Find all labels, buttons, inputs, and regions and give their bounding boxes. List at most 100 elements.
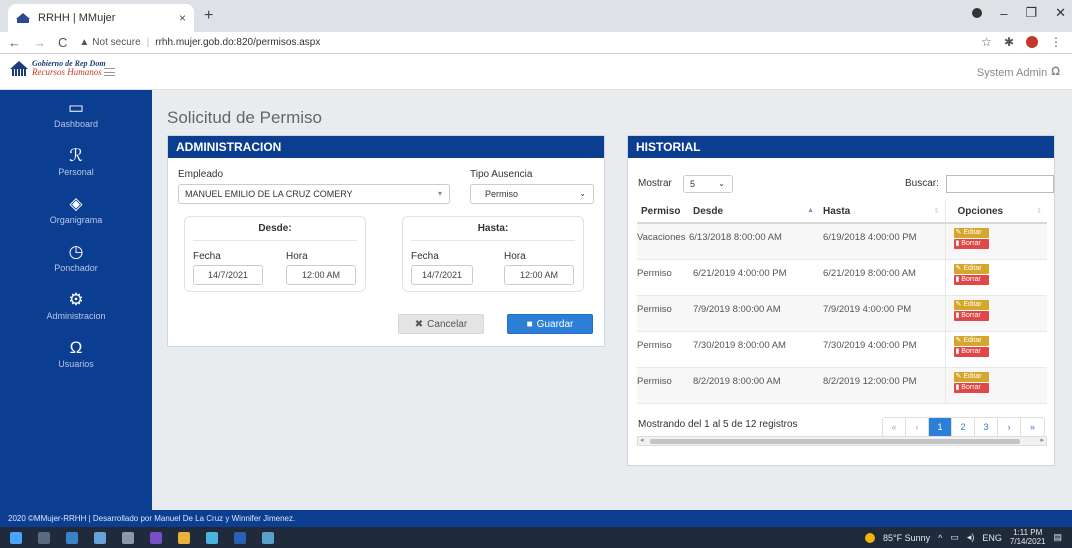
sidebar-item-administracion[interactable]: ⚙ Administracion	[0, 282, 152, 330]
next-page-button[interactable]: ›	[998, 418, 1021, 436]
column-header-desde[interactable]: Desde ▲	[689, 200, 819, 224]
profile-dot-icon[interactable]	[972, 8, 983, 18]
minimize-button[interactable]: –	[1000, 6, 1007, 21]
page-button-3[interactable]: 3	[975, 418, 998, 436]
scrollbar-thumb[interactable]	[650, 439, 1020, 444]
word-icon[interactable]	[234, 531, 246, 544]
sidebar-item-personal[interactable]: ℛ Personal	[0, 138, 152, 186]
divider	[411, 240, 575, 241]
cancel-button[interactable]: ✖ Cancelar	[398, 314, 484, 334]
new-tab-button[interactable]: +	[204, 7, 213, 25]
gear-icon: ⚙	[68, 290, 84, 309]
volume-icon[interactable]: ◂)	[967, 532, 975, 543]
edit-button[interactable]: ✎ Editar	[953, 335, 989, 346]
cell-permiso: Permiso	[637, 295, 689, 332]
app-icon[interactable]	[122, 531, 134, 544]
reload-icon[interactable]: C	[58, 35, 67, 50]
task-view-icon[interactable]	[38, 531, 50, 544]
tray-chevron-icon[interactable]: ^	[938, 533, 942, 543]
column-header-hasta[interactable]: Hasta ⇕	[819, 200, 945, 224]
delete-button[interactable]: ▮ Borrar	[953, 274, 989, 285]
scroll-right-icon[interactable]: ▸	[1040, 436, 1044, 444]
hasta-hora-input[interactable]: 12:00 AM	[504, 265, 574, 285]
desde-hora-input[interactable]: 12:00 AM	[286, 265, 356, 285]
buscar-label: Buscar:	[905, 178, 939, 189]
sidebar-item-dashboard[interactable]: ▭ Dashboard	[0, 90, 152, 138]
hasta-group: Hasta: Fecha Hora 14/7/2021 12:00 AM	[402, 216, 584, 292]
tipo-ausencia-select[interactable]: Permiso ⌄	[470, 184, 594, 204]
column-header-opciones[interactable]: Opciones ⇕	[944, 200, 1047, 224]
visual-studio-icon[interactable]	[150, 531, 162, 544]
prev-page-button[interactable]: ‹	[906, 418, 929, 436]
chevron-down-icon: ⌄	[718, 179, 725, 188]
language-indicator[interactable]: ENG	[982, 533, 1002, 543]
sidebar-item-organigrama[interactable]: ◈ Organigrama	[0, 186, 152, 234]
user-icon: Ω	[69, 338, 83, 357]
cell-hasta: 7/30/2019 4:00:00 PM	[819, 331, 945, 368]
desde-fecha-input[interactable]: 14/7/2021	[193, 265, 263, 285]
delete-button[interactable]: ▮ Borrar	[953, 239, 989, 249]
notifications-icon[interactable]: ▤	[1053, 532, 1062, 543]
cell-desde: 8/2/2019 8:00:00 AM	[689, 367, 819, 404]
sidebar-item-ponchador[interactable]: ◷ Ponchador	[0, 234, 152, 282]
browser-tab[interactable]: RRHH | MMujer ×	[8, 4, 194, 32]
menu-toggle-icon[interactable]	[104, 68, 115, 76]
divider	[193, 240, 357, 241]
horizontal-scrollbar[interactable]: ◂ ▸	[637, 436, 1047, 446]
first-page-button[interactable]: «	[883, 418, 906, 436]
cell-permiso: Permiso	[637, 259, 689, 296]
sidebar-item-label: Personal	[58, 167, 94, 177]
chrome-icon[interactable]	[178, 531, 190, 544]
delete-button[interactable]: ▮ Borrar	[953, 310, 989, 321]
app-logo[interactable]: Gobierno de Rep Dom Recursos Humanos	[10, 59, 106, 78]
page-size-select[interactable]: 5 ⌄	[683, 175, 733, 193]
edit-button[interactable]: ✎ Editar	[953, 299, 989, 310]
forward-arrow-icon[interactable]: →	[33, 35, 46, 50]
weather-text[interactable]: 85°F Sunny	[883, 533, 930, 543]
scroll-left-icon[interactable]: ◂	[640, 436, 644, 444]
delete-button[interactable]: ▮ Borrar	[953, 346, 989, 357]
cancel-button-label: Cancelar	[427, 318, 468, 330]
user-icon: 𝛀	[1051, 66, 1060, 78]
restore-button[interactable]: ❐	[1025, 5, 1037, 21]
page-button-1[interactable]: 1	[929, 418, 952, 436]
column-header-permiso[interactable]: Permiso	[637, 200, 689, 224]
hasta-title: Hasta:	[477, 223, 509, 234]
search-input[interactable]	[946, 175, 1054, 193]
edit-button[interactable]: ✎ Editar	[953, 228, 989, 238]
sidebar-item-label: Administracion	[46, 311, 106, 321]
logo-text: Gobierno de Rep Dom Recursos Humanos	[32, 59, 106, 78]
page-button-2[interactable]: 2	[952, 418, 975, 436]
file-explorer-icon[interactable]	[66, 531, 78, 544]
security-label: Not secure	[92, 37, 141, 48]
profile-avatar-icon[interactable]	[1026, 36, 1038, 48]
user-menu[interactable]: System Admin 𝛀	[977, 66, 1060, 79]
browser-menu-icon[interactable]: ⋮	[1050, 35, 1062, 49]
sort-asc-icon: ▲	[807, 207, 814, 214]
save-button[interactable]: ■ Guardar	[507, 314, 593, 334]
app-icon[interactable]	[94, 531, 106, 544]
delete-button[interactable]: ▮ Borrar	[953, 382, 989, 393]
historial-table: Permiso Desde ▲ Hasta ⇕ Opciones ⇕ Vacacion…	[637, 200, 1047, 404]
teams-icon[interactable]	[206, 531, 218, 544]
windows-start-icon[interactable]	[10, 531, 22, 544]
app-icon[interactable]	[262, 531, 274, 544]
back-arrow-icon[interactable]: ←	[8, 35, 21, 50]
edit-button[interactable]: ✎ Editar	[953, 263, 989, 274]
window-close-button[interactable]: ✕	[1055, 5, 1066, 21]
extensions-puzzle-icon[interactable]: ✱	[1004, 35, 1014, 49]
network-icon[interactable]: ▭	[950, 532, 959, 543]
last-page-button[interactable]: »	[1021, 418, 1044, 436]
tab-close-button[interactable]: ×	[179, 11, 186, 25]
desde-hora-label: Hora	[286, 251, 308, 262]
clock[interactable]: 1:11 PM 7/14/2021	[1010, 528, 1046, 546]
empleado-select[interactable]: MANUEL EMILIO DE LA CRUZ COMERY ▾	[178, 184, 450, 204]
close-icon: ✖	[414, 318, 424, 330]
url-field[interactable]: ▲ Not secure | rrhh.mujer.gob.do:820/per…	[79, 37, 320, 48]
sidebar-item-usuarios[interactable]: Ω Usuarios	[0, 330, 152, 378]
cell-desde: 6/13/2018 8:00:00 AM	[689, 223, 819, 260]
hasta-fecha-input[interactable]: 14/7/2021	[411, 265, 473, 285]
bookmark-star-icon[interactable]: ☆	[981, 35, 992, 49]
cell-opciones: ✎ Editar ▮ Borrar	[944, 295, 1047, 332]
edit-button[interactable]: ✎ Editar	[953, 371, 989, 382]
